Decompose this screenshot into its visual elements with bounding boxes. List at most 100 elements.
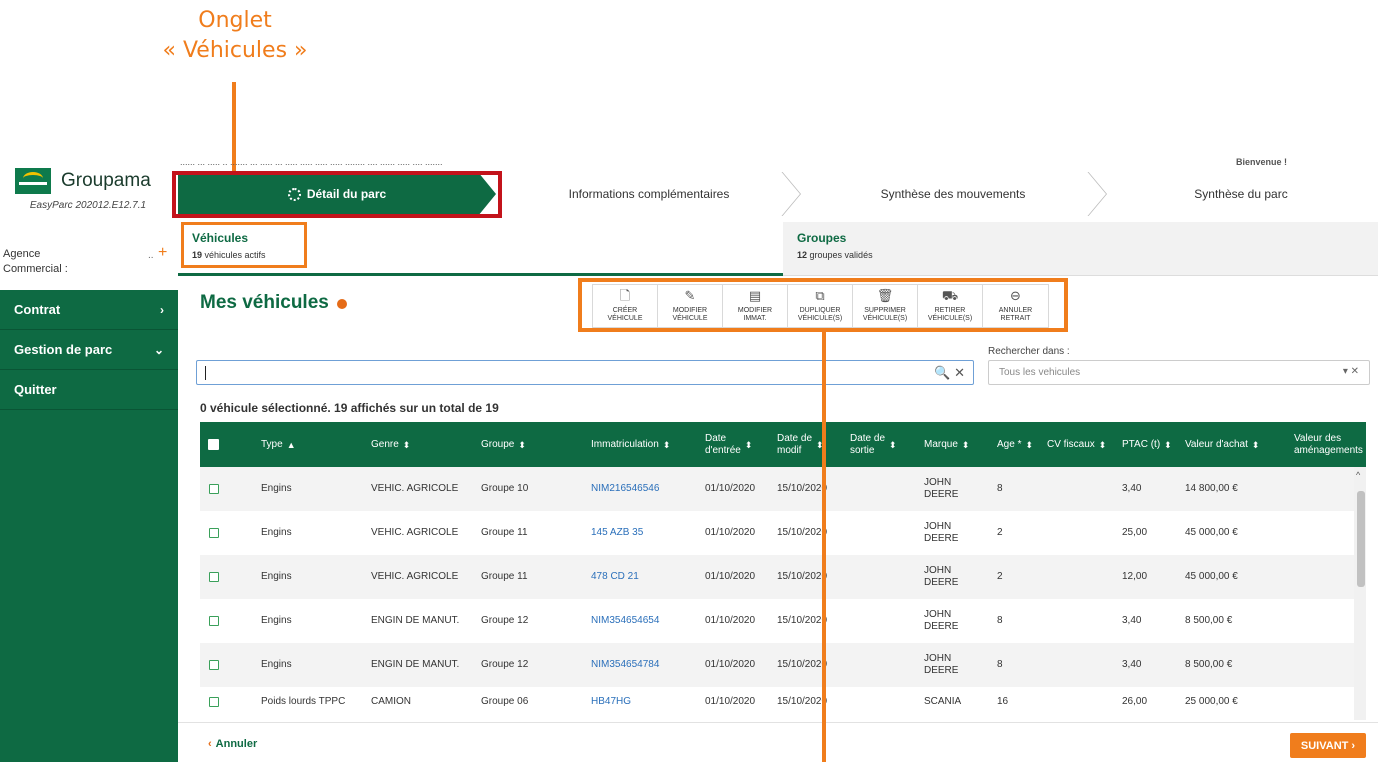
row-checkbox[interactable]: [209, 697, 219, 707]
column-header[interactable]: Valeur des aménagements: [1294, 422, 1366, 467]
immatriculation-link[interactable]: NIM354654654: [591, 599, 701, 643]
column-header[interactable]: Date de modif ⬍: [777, 422, 847, 467]
step-label: Synthèse des mouvements: [880, 187, 1026, 201]
column-header[interactable]: PTAC (t) ⬍: [1122, 422, 1182, 467]
scroll-up-icon[interactable]: ^: [1356, 471, 1360, 480]
column-header-label: Date d'entrée: [705, 432, 741, 456]
column-header-label: Valeur d'achat: [1185, 438, 1248, 450]
table-cell: 2: [997, 571, 1003, 582]
sidebar-item-quitter[interactable]: Quitter: [0, 370, 178, 410]
table-cell: 8: [997, 615, 1003, 626]
search-input[interactable]: 🔍 ✕: [196, 360, 974, 385]
immatriculation-link[interactable]: NIM216546546: [591, 467, 701, 511]
table-cell: 01/10/2020: [705, 571, 756, 582]
table-cell: 15/10/2020: [777, 571, 828, 582]
add-agence-button[interactable]: +: [158, 244, 167, 262]
table-cell: 25,00: [1122, 527, 1148, 538]
step-synthese-parc[interactable]: Synthèse du parc: [1104, 172, 1378, 216]
rechercher-select[interactable]: Tous les vehicules ▾ ✕: [988, 360, 1370, 385]
step-informations[interactable]: Informations complémentaires: [496, 172, 802, 216]
column-header-label: PTAC (t): [1122, 438, 1161, 450]
column-header[interactable]: Date de sortie ⬍: [850, 422, 920, 467]
column-header[interactable]: Genre ⬍: [371, 422, 476, 467]
info-icon[interactable]: [337, 299, 347, 309]
table-cell: Groupe 12: [481, 659, 529, 670]
table-cell: 8 500,00 €: [1185, 615, 1233, 626]
step-separator: [778, 172, 800, 216]
row-checkbox[interactable]: [209, 572, 219, 582]
step-synthese-mouvements[interactable]: Synthèse des mouvements: [802, 172, 1104, 216]
column-header[interactable]: Valeur d'achat ⬍: [1185, 422, 1290, 467]
table-cell: Engins: [261, 571, 292, 582]
table-row[interactable]: Engins VEHIC. AGRICOLE Groupe 11 478 CD 21 0…: [200, 555, 1356, 599]
table-cell: [1047, 687, 1119, 717]
immatriculation-link[interactable]: 145 AZB 35: [591, 511, 701, 555]
table-cell: 45 000,00 €: [1185, 571, 1238, 582]
sort-icon: ⬍: [518, 439, 526, 450]
table-cell: 3,40: [1122, 483, 1142, 494]
search-clear-icons[interactable]: 🔍 ✕: [934, 365, 965, 381]
subtabs: Véhicules 19 véhicules actifs Groupes 12…: [178, 222, 1378, 276]
sort-icon: ▲: [286, 439, 296, 450]
table-cell: JOHN DEERE: [924, 477, 959, 500]
next-button[interactable]: SUIVANT ›: [1290, 733, 1366, 758]
table-cell: 01/10/2020: [705, 659, 756, 670]
sidebar-item-contrat[interactable]: Contrat ›: [0, 290, 178, 330]
row-checkbox[interactable]: [209, 616, 219, 626]
sidebar-item-gestion-parc[interactable]: Gestion de parc ⌄: [0, 330, 178, 370]
table-row[interactable]: Engins VEHIC. AGRICOLE Groupe 11 145 AZB 35…: [200, 511, 1356, 555]
table-cell: 15/10/2020: [777, 615, 828, 626]
table-cell: JOHN DEERE: [924, 521, 959, 544]
column-header[interactable]: Date d'entrée ⬍: [705, 422, 775, 467]
column-header[interactable]: CV fiscaux ⬍: [1047, 422, 1119, 467]
table-cell: Engins: [261, 615, 292, 626]
table-cell: Groupe 12: [481, 615, 529, 626]
table-cell: [850, 467, 920, 511]
commercial-label: Commercial :: [3, 263, 68, 275]
table-cell: 16: [997, 696, 1009, 707]
agence-info: Agence Commercial :: [3, 247, 68, 277]
app-version: EasyParc 202012.E12.7.1: [29, 200, 147, 211]
table-row[interactable]: Poids lourds TPPC CAMION Groupe 06 HB47HG 01…: [200, 687, 1356, 717]
chevron-left-icon: ‹: [208, 738, 212, 750]
table-cell: 01/10/2020: [705, 527, 756, 538]
table-cell: 45 000,00 €: [1185, 527, 1238, 538]
immatriculation-link[interactable]: 478 CD 21: [591, 555, 701, 599]
row-checkbox[interactable]: [209, 660, 219, 670]
immatriculation-link[interactable]: HB47HG: [591, 687, 701, 717]
table-cell: [850, 643, 920, 687]
sidebar: Contrat › Gestion de parc ⌄ Quitter: [0, 290, 178, 762]
select-all-checkbox[interactable]: [208, 439, 219, 450]
column-header-label: Type: [261, 438, 283, 450]
row-checkbox[interactable]: [209, 484, 219, 494]
table-cell: 8 500,00 €: [1185, 659, 1233, 670]
table-cell: CAMION: [371, 696, 411, 707]
scrollbar[interactable]: ^: [1354, 467, 1366, 720]
column-header[interactable]: Immatriculation ⬍: [591, 422, 701, 467]
cancel-button[interactable]: ‹ Annuler: [208, 738, 257, 750]
table-row[interactable]: Engins ENGIN DE MANUT. Groupe 12 NIM3546547…: [200, 643, 1356, 687]
row-checkbox[interactable]: [209, 528, 219, 538]
column-header[interactable]: Type ▲: [261, 422, 366, 467]
annotation-title-line1: Onglet: [198, 8, 272, 33]
dropdown-icons[interactable]: ▾ ✕: [1343, 366, 1359, 377]
column-header[interactable]: Groupe ⬍: [481, 422, 586, 467]
table-cell: VEHIC. AGRICOLE: [371, 483, 459, 494]
welcome-link[interactable]: Bienvenue !: [1236, 158, 1287, 166]
table-row[interactable]: Engins VEHIC. AGRICOLE Groupe 10 NIM2165465…: [200, 467, 1356, 511]
column-header[interactable]: Age * ⬍: [997, 422, 1045, 467]
table-cell: JOHN DEERE: [924, 653, 959, 676]
column-header-label: Age *: [997, 438, 1022, 450]
table-cell: [1047, 467, 1119, 511]
table-cell: [1047, 555, 1119, 599]
chevron-right-icon: ›: [160, 302, 164, 317]
step-separator: [1084, 172, 1106, 216]
tab-groupes[interactable]: Groupes 12 groupes validés: [783, 222, 1378, 276]
column-header[interactable]: Marque ⬍: [924, 422, 994, 467]
scrollbar-thumb[interactable]: [1357, 491, 1365, 587]
table-row[interactable]: Engins ENGIN DE MANUT. Groupe 12 NIM3546546…: [200, 599, 1356, 643]
table-cell: 8: [997, 659, 1003, 670]
immatriculation-link[interactable]: NIM354654784: [591, 643, 701, 687]
page-title: Mes véhicules: [200, 292, 329, 313]
table-cell: Poids lourds TPPC: [261, 696, 346, 707]
